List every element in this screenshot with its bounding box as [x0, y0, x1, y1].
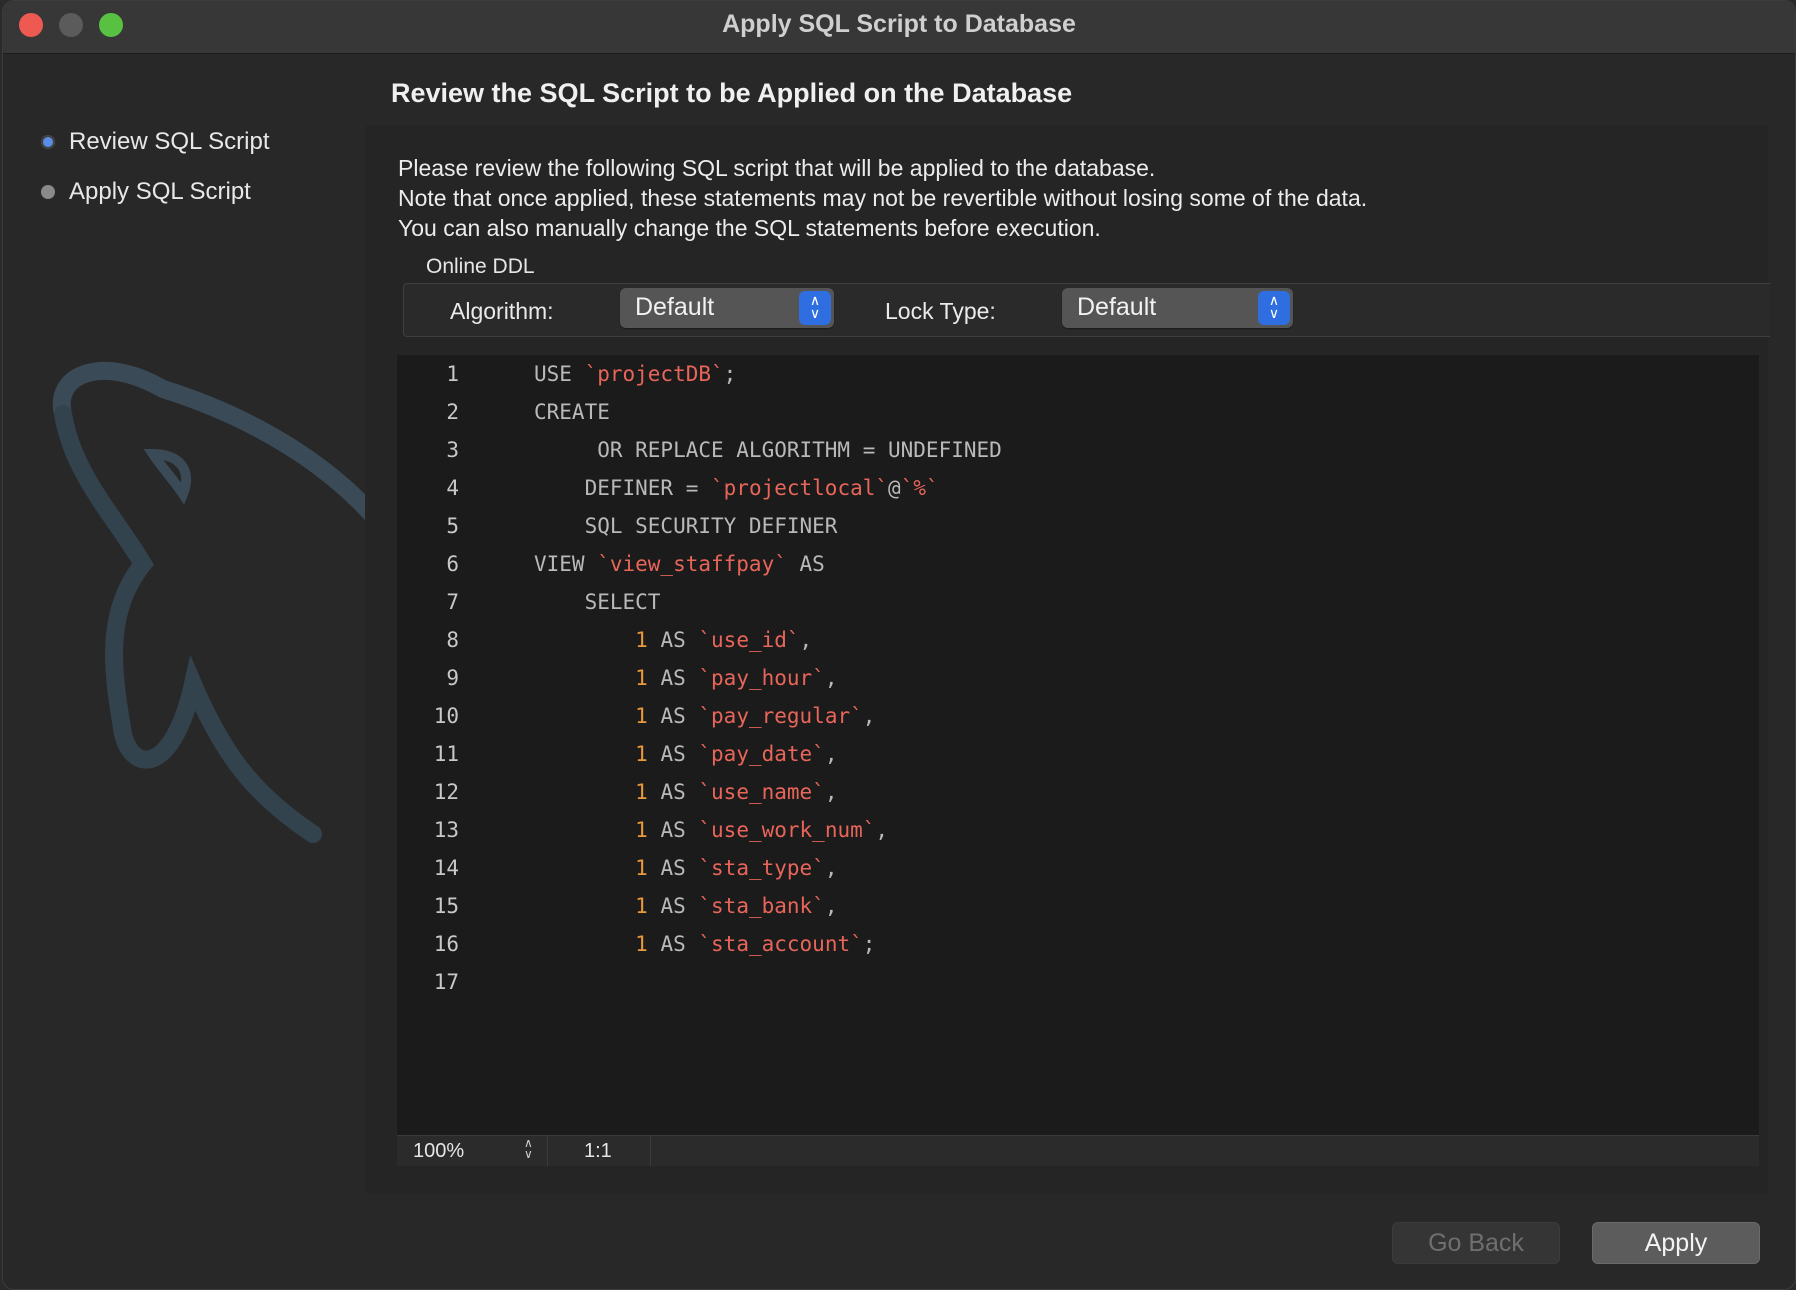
lock-type-select[interactable]: Default ∧ ∨ [1062, 288, 1293, 328]
dialog-window: Apply SQL Script to Database Review SQL … [2, 0, 1796, 1290]
chevron-up-down-icon: ∧ ∨ [799, 291, 831, 325]
line-number: 2 [446, 400, 459, 424]
description-line: Please review the following SQL script t… [398, 155, 1156, 181]
line-number: 4 [446, 476, 459, 500]
go-back-button[interactable]: Go Back [1392, 1222, 1560, 1264]
line-number: 5 [446, 514, 459, 538]
code-line: 6 VIEW `view_staffpay` AS [397, 545, 1759, 583]
sidebar-step-label: Review SQL Script [69, 128, 270, 155]
window-title: Apply SQL Script to Database [722, 10, 1076, 38]
code-line: 5 SQL SECURITY DEFINER [397, 507, 1759, 545]
step-inactive-indicator-icon [41, 185, 55, 199]
line-number: 13 [433, 818, 459, 842]
line-number: 17 [433, 970, 459, 994]
line-number: 7 [446, 590, 459, 614]
content-panel: Please review the following SQL script t… [366, 125, 1770, 1194]
code-text: VIEW `view_staffpay` AS [534, 552, 825, 576]
status-divider [650, 1136, 651, 1166]
code-text: 1 AS `sta_account`; [635, 932, 876, 956]
code-line: 3 OR REPLACE ALGORITHM = UNDEFINED [397, 431, 1759, 469]
lock-type-select-value: Default [1077, 293, 1157, 321]
lock-type-label: Lock Type: [885, 298, 996, 324]
algorithm-label: Algorithm: [450, 298, 554, 324]
online-ddl-label: Online DDL [426, 255, 535, 278]
code-line: 8 1 AS `use_id`, [397, 621, 1759, 659]
editor-status-bar: 100% ∧ ∨ 1:1 [397, 1135, 1759, 1166]
status-divider [547, 1136, 548, 1166]
title-bar: Apply SQL Script to Database [3, 1, 1795, 54]
sidebar-step-apply[interactable]: Apply SQL Script [41, 178, 251, 206]
dolphin-logo-icon [52, 362, 365, 843]
zoom-stepper-icon[interactable]: ∧ ∨ [524, 1137, 533, 1160]
code-text: 1 AS `pay_hour`, [635, 666, 838, 690]
code-text: SELECT [534, 590, 661, 614]
step-active-indicator-icon [41, 135, 55, 149]
code-text: 1 AS `use_work_num`, [635, 818, 889, 842]
chevron-up-down-icon: ∧ ∨ [1258, 291, 1290, 325]
online-ddl-group: Algorithm: Default ∧ ∨ Lock Type: Default… [403, 283, 1770, 337]
code-line: 2 CREATE [397, 393, 1759, 431]
code-text: 1 AS `pay_regular`, [635, 704, 876, 728]
sql-editor[interactable]: 1 USE `projectDB`; 2 CREATE 3 OR REPLACE ALG… [397, 355, 1759, 1137]
line-number: 3 [446, 438, 459, 462]
line-number: 11 [433, 742, 459, 766]
code-line: 9 1 AS `pay_hour`, [397, 659, 1759, 697]
page-title: Review the SQL Script to be Applied on t… [391, 78, 1073, 108]
code-line: 12 1 AS `use_name`, [397, 773, 1759, 811]
apply-button[interactable]: Apply [1592, 1222, 1760, 1264]
code-line: 16 1 AS `sta_account`; [397, 925, 1759, 963]
code-text: 1 AS `use_name`, [635, 780, 838, 804]
sidebar-step-review[interactable]: Review SQL Script [41, 128, 270, 156]
algorithm-select-value: Default [635, 293, 715, 321]
code-text: 1 AS `sta_type`, [635, 856, 838, 880]
code-text: CREATE [534, 400, 610, 424]
line-number: 15 [433, 894, 459, 918]
line-number: 16 [433, 932, 459, 956]
code-line: 15 1 AS `sta_bank`, [397, 887, 1759, 925]
code-line: 13 1 AS `use_work_num`, [397, 811, 1759, 849]
line-number: 1 [446, 362, 459, 386]
description-line: Note that once applied, these statements… [398, 185, 1368, 211]
code-text: 1 AS `pay_date`, [635, 742, 838, 766]
code-text: 1 AS `use_id`, [635, 628, 813, 652]
line-number: 9 [446, 666, 459, 690]
line-number: 6 [446, 552, 459, 576]
zoom-level[interactable]: 100% [413, 1140, 464, 1163]
code-text: DEFINER = `projectlocal`@`%` [534, 476, 939, 500]
description: Please review the following SQL script t… [398, 153, 1367, 243]
code-text: SQL SECURITY DEFINER [534, 514, 838, 538]
line-number: 14 [433, 856, 459, 880]
sidebar-step-label: Apply SQL Script [69, 178, 251, 205]
algorithm-select[interactable]: Default ∧ ∨ [620, 288, 834, 328]
code-text: OR REPLACE ALGORITHM = UNDEFINED [534, 438, 1002, 462]
code-line: 11 1 AS `pay_date`, [397, 735, 1759, 773]
code-text: USE `projectDB`; [534, 362, 737, 386]
cursor-position: 1:1 [584, 1140, 612, 1162]
description-line: You can also manually change the SQL sta… [398, 215, 1101, 241]
sidebar: Review SQL Script Apply SQL Script [3, 54, 365, 1289]
code-line: 17 [397, 963, 1759, 1001]
code-text: 1 AS `sta_bank`, [635, 894, 838, 918]
code-line: 7 SELECT [397, 583, 1759, 621]
line-number: 8 [446, 628, 459, 652]
code-line: 4 DEFINER = `projectlocal`@`%` [397, 469, 1759, 507]
code-line: 10 1 AS `pay_regular`, [397, 697, 1759, 735]
code-line: 1 USE `projectDB`; [397, 355, 1759, 393]
line-number: 12 [433, 780, 459, 804]
line-number: 10 [433, 704, 459, 728]
code-line: 14 1 AS `sta_type`, [397, 849, 1759, 887]
